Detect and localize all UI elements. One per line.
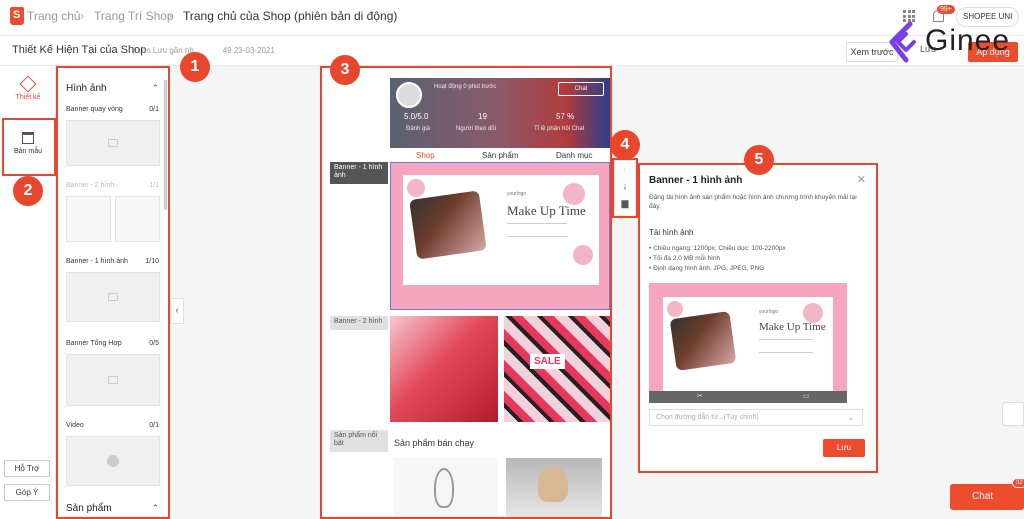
help-button[interactable]: Hỗ Trợ (4, 460, 50, 477)
breadcrumb-decor[interactable]: Trang Trí Shop (94, 9, 174, 23)
callout-number: 3 (330, 55, 360, 85)
ginee-wordmark: Ginee (925, 24, 1011, 57)
callout-number: 2 (13, 176, 43, 206)
collapse-panel-button[interactable]: ‹ (170, 298, 184, 324)
chevron-right-icon: › (80, 8, 85, 23)
last-saved-text: | Lần Lưu gần nh 49 23-03-2021 (133, 46, 275, 55)
callout-frame-5 (638, 163, 878, 473)
feedback-button[interactable]: Góp Ý (4, 484, 50, 501)
callout-number: 4 (610, 130, 640, 160)
shopee-logo-icon[interactable] (10, 7, 24, 25)
page-title: Thiết Kế Hiện Tại của Shop (12, 44, 147, 56)
support-widget-icon[interactable] (1002, 402, 1024, 426)
chat-unread-badge: 32 (1012, 478, 1024, 488)
chat-float-button[interactable]: Chat (950, 484, 1024, 510)
callout-frame-2 (2, 118, 56, 176)
breadcrumb-home[interactable]: Trang chủ (27, 9, 81, 23)
callout-number: 5 (744, 145, 774, 175)
breadcrumb-current: Trang chủ của Shop (phiên bản di động) (183, 9, 398, 23)
callout-number: 1 (180, 52, 210, 82)
notification-badge: 99+ (937, 5, 955, 14)
callout-frame-1 (56, 66, 170, 519)
callout-frame-3 (320, 66, 612, 519)
layers-icon (19, 75, 37, 93)
ginee-logo-icon (889, 21, 916, 63)
rail-item-design[interactable]: Thiết kế (4, 75, 52, 101)
top-bar: Trang chủ › Trang Trí Shop › Trang chủ c… (0, 0, 1024, 36)
callout-frame-4 (612, 158, 638, 218)
rail-item-label: Thiết kế (15, 94, 41, 101)
chevron-right-icon: › (168, 8, 173, 23)
